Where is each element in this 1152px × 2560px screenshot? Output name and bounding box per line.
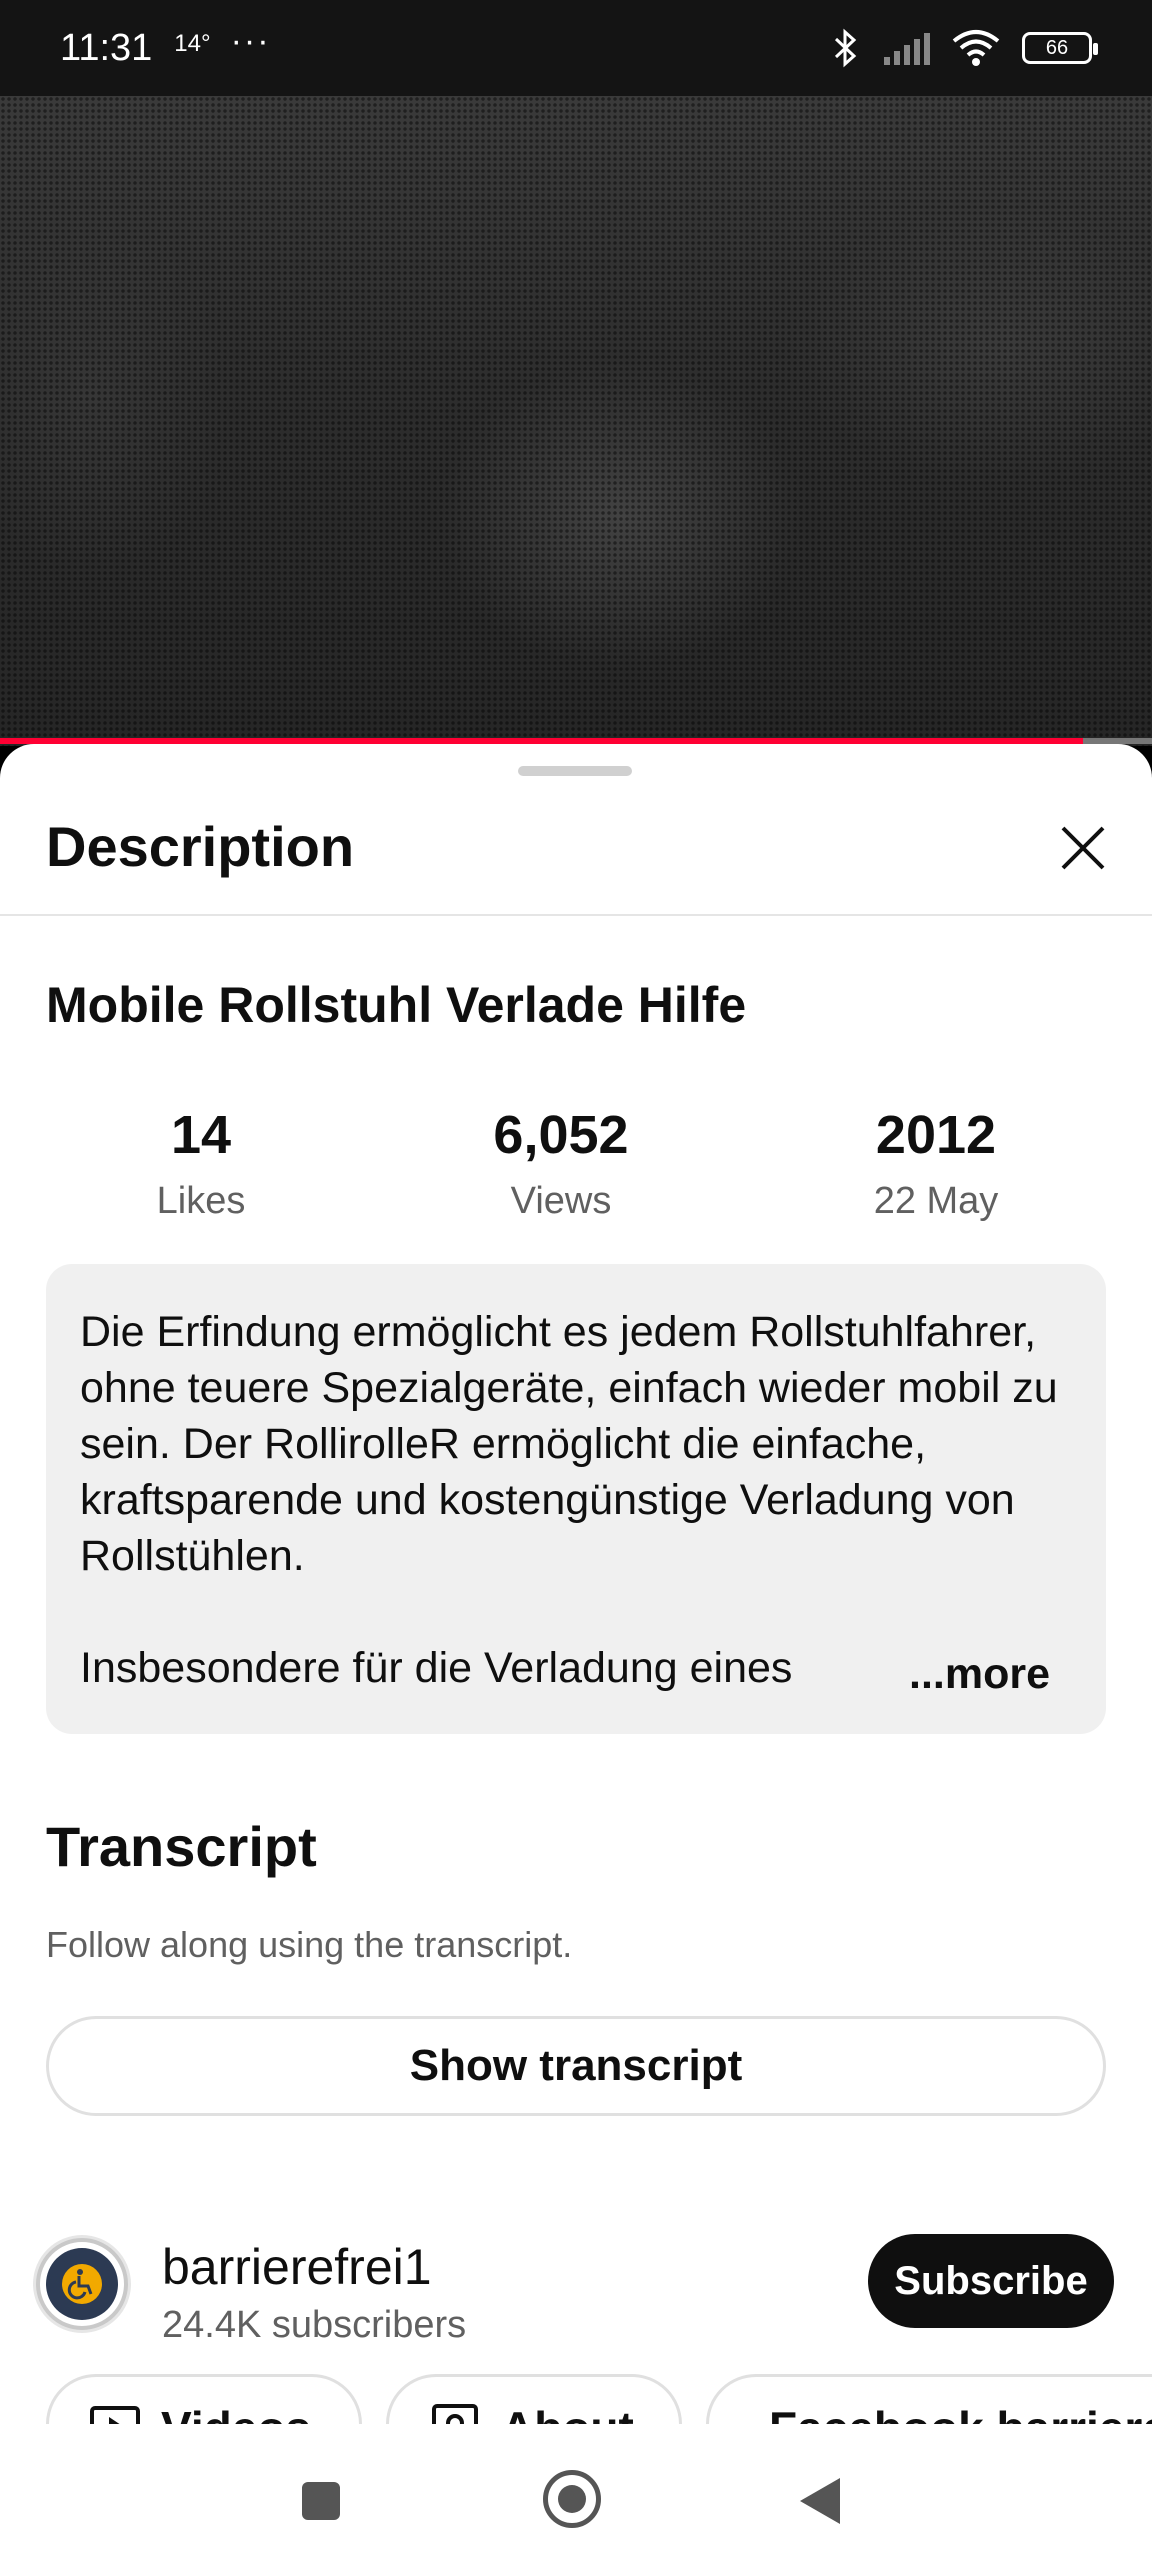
description-paragraph-1: Die Erfindung ermöglicht es jedem Rollst… [80,1308,1058,1580]
transcript-heading: Transcript [46,1815,317,1878]
stat-likes: 14 Likes [116,1104,286,1223]
status-temperature: 14° [174,30,211,57]
video-title: Mobile Rollstuhl Verlade Hilfe [46,977,747,1033]
wheelchair-icon [62,2264,102,2304]
bluetooth-icon [834,28,857,68]
drag-handle[interactable] [518,766,632,776]
video-play-icon [90,2406,140,2424]
system-nav-bar [0,2424,1152,2560]
contact-card-icon [432,2404,478,2424]
chip-videos-label: Videos [161,2401,311,2424]
status-time: 11:31 [60,26,153,69]
divider [0,914,1152,916]
signal-icon [884,33,930,65]
video-stats: 14 Likes 6,052 Views 2012 22 May [46,1104,1106,1234]
chip-about[interactable]: About [386,2374,682,2424]
stat-views: 6,052 Views [446,1104,676,1223]
status-bar: 11:31 14° ··· 66 [0,0,1152,96]
stat-year: 2012 [875,1105,997,1165]
chip-facebook[interactable]: Facebook barrierefrei1 [706,2374,1152,2424]
description-more-container: ...more [816,1642,1106,1706]
recents-icon[interactable] [302,2482,340,2520]
battery-level: 66 [1045,36,1069,59]
channel-name[interactable]: barrierefrei1 [162,2238,432,2296]
battery-icon: 66 [1022,32,1098,64]
description-box[interactable]: Die Erfindung ermöglicht es jedem Rollst… [46,1264,1106,1734]
stat-date: 2012 22 May [826,1104,1046,1223]
chip-videos[interactable]: Videos [46,2374,362,2424]
home-icon[interactable] [543,2470,601,2528]
channel-subscribers: 24.4K subscribers [162,2304,467,2346]
wheelchair-logo-icon [46,2248,118,2320]
description-paragraph-2: Insbesondere für die Verladung eines [80,1644,793,1692]
close-icon [1061,826,1105,870]
wifi-icon [952,30,1000,66]
stat-likes-label: Likes [156,1180,246,1222]
more-link[interactable]: ...more [909,1650,1050,1699]
chip-about-label: About [501,2401,634,2424]
avatar[interactable] [36,2238,128,2330]
chip-facebook-label: Facebook barrierefrei1 [769,2401,1152,2424]
video-player[interactable] [0,96,1152,746]
home-dot [558,2485,586,2513]
stat-views-label: Views [510,1180,612,1222]
show-transcript-button[interactable]: Show transcript [46,2016,1106,2116]
channel-chips: Videos About Facebook barrierefrei1 [0,2374,1152,2424]
status-more-icon: ··· [230,21,271,60]
status-icons: 66 [832,28,1098,68]
stat-day-month: 22 May [873,1180,999,1222]
channel-row[interactable]: barrierefrei1 24.4K subscribers Subscrib… [0,2234,1152,2374]
transcript-subtitle: Follow along using the transcript. [46,1924,573,1965]
back-icon[interactable] [800,2478,840,2524]
sheet-title: Description [46,815,355,878]
subscribe-button[interactable]: Subscribe [868,2234,1114,2328]
close-button[interactable] [1055,820,1111,876]
stat-views-value: 6,052 [493,1105,629,1165]
stat-likes-value: 14 [170,1105,232,1165]
description-sheet: Description Mobile Rollstuhl Verlade Hil… [0,744,1152,2424]
